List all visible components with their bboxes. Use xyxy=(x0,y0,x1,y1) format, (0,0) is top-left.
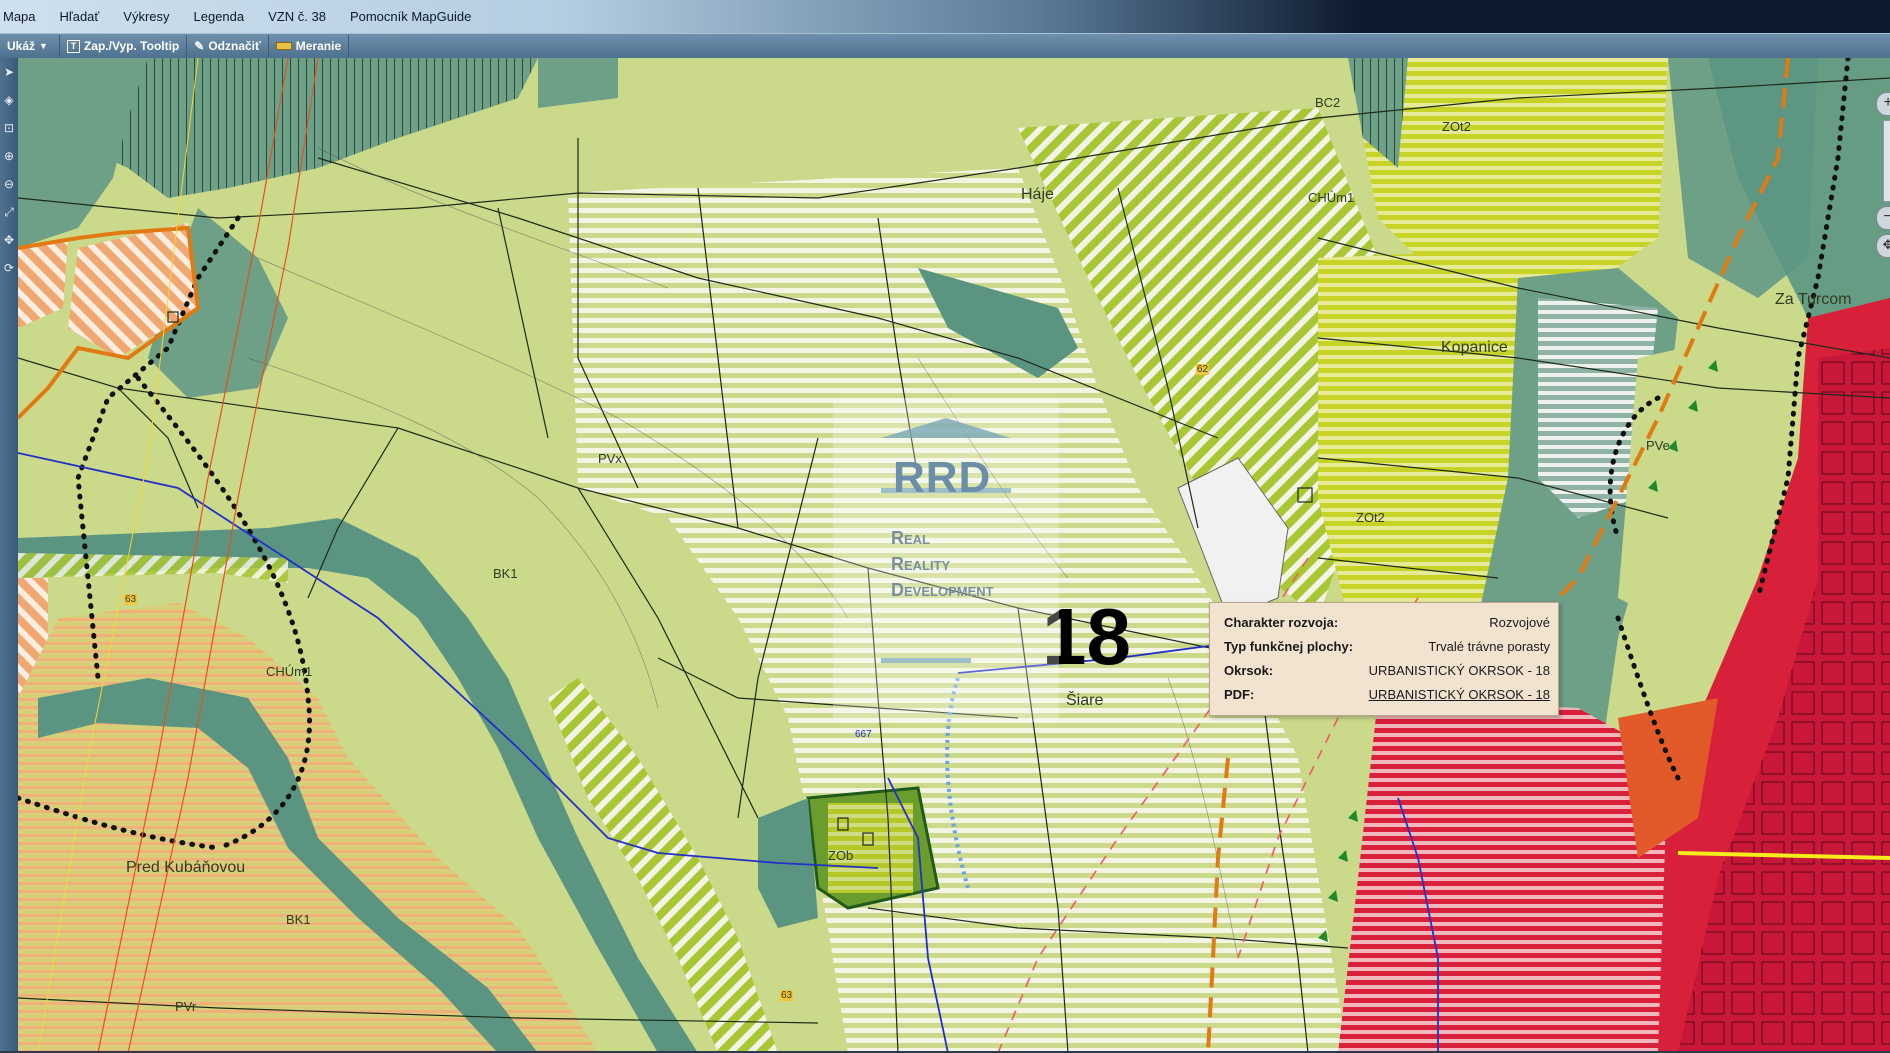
zoom-rect-icon[interactable]: ⊡ xyxy=(2,120,16,136)
zoom-out-icon[interactable]: ⊖ xyxy=(2,176,16,192)
label-bk1-bottom: BK1 xyxy=(286,912,311,927)
left-toolbar: ➤ ◈ ⊡ ⊕ ⊖ ⤢ ✥ ⟳ xyxy=(0,58,18,1053)
menu-hladat[interactable]: Hľadať xyxy=(48,9,112,24)
popup-key: Okrsok: xyxy=(1224,663,1274,678)
label-63a: 63 xyxy=(124,594,138,605)
label-pred-kubanovou: Pred Kubáňovou xyxy=(126,859,246,876)
show-dropdown-button[interactable]: Ukáž ▼ xyxy=(0,35,60,57)
popup-row-charakter: Charakter rozvoja: Rozvojové xyxy=(1224,615,1550,630)
pan-control-icon[interactable]: ✥ xyxy=(1876,234,1890,258)
pdf-link[interactable]: URBANISTICKÝ OKRSOK - 18 xyxy=(1369,687,1550,702)
popup-key: PDF: xyxy=(1224,687,1255,702)
unselect-label: Odznačiť xyxy=(208,39,261,53)
popup-row-okrsok: Okrsok: URBANISTICKÝ OKRSOK - 18 xyxy=(1224,663,1550,678)
label-haje: Háje xyxy=(1021,186,1054,203)
popup-value: Trvalé trávne porasty xyxy=(1428,639,1550,654)
popup-key: Typ funkčnej plochy: xyxy=(1224,639,1354,654)
popup-value: URBANISTICKÝ OKRSOK - 18 xyxy=(1368,663,1550,678)
label-pvr: PVr xyxy=(175,999,197,1014)
label-chum1-right: CHÚm1 xyxy=(1308,190,1355,205)
label-62: 62 xyxy=(1196,364,1210,375)
label-bc2: BC2 xyxy=(1315,95,1341,110)
menu-legenda[interactable]: Legenda xyxy=(182,9,257,24)
label-63b: 63 xyxy=(780,990,794,1001)
label-kopanice: Kopanice xyxy=(1441,339,1508,356)
label-667: 667 xyxy=(855,729,872,740)
label-za-turcom: Za Turcom xyxy=(1775,291,1852,308)
popup-key: Charakter rozvoja: xyxy=(1224,615,1339,630)
label-zot2-mid: ZOt2 xyxy=(1356,510,1385,525)
logo-line3: Development xyxy=(891,580,994,600)
menu-pomocnik[interactable]: Pomocník MapGuide xyxy=(338,9,483,24)
logo-line1: Real xyxy=(891,528,930,548)
zoom-in-icon[interactable]: ⊕ xyxy=(2,148,16,164)
popup-row-typ: Typ funkčnej plochy: Trvalé trávne poras… xyxy=(1224,639,1550,654)
refresh-icon[interactable]: ⟳ xyxy=(2,260,16,276)
rrd-watermark-logo: RRD Real Reality Development xyxy=(833,398,1059,722)
label-bk1-top: BK1 xyxy=(493,566,518,581)
feature-tooltip: Charakter rozvoja: Rozvojové Typ funkčne… xyxy=(1209,602,1559,716)
tooltip-label: Zap./Vyp. Tooltip xyxy=(83,39,180,53)
menu-bar: Mapa Hľadať Výkresy Legenda VZN č. 38 Po… xyxy=(0,0,1890,33)
extent-icon[interactable]: ⤢ xyxy=(2,204,16,220)
zoom-out-button[interactable]: − xyxy=(1876,206,1890,230)
ruler-icon xyxy=(275,42,292,50)
label-siare: Šiare xyxy=(1066,692,1104,709)
measure-label: Meranie xyxy=(295,39,342,53)
zoom-control: + − ✥ xyxy=(1873,88,1890,318)
show-label: Ukáž xyxy=(7,39,36,53)
menu-vykresy[interactable]: Výkresy xyxy=(111,9,181,24)
menu-vzn[interactable]: VZN č. 38 xyxy=(256,9,338,24)
logo-title: RRD xyxy=(893,453,992,502)
label-zob: ZOb xyxy=(828,848,854,863)
chevron-down-icon: ▼ xyxy=(39,41,48,51)
toolbar: Ukáž ▼ T Zap./Vyp. Tooltip ✎ Odznačiť Me… xyxy=(0,33,1890,59)
popup-row-pdf: PDF: URBANISTICKÝ OKRSOK - 18 xyxy=(1224,687,1550,702)
label-pvx: PVx xyxy=(598,451,622,466)
label-zot2-top: ZOt2 xyxy=(1442,119,1471,134)
tooltip-toggle-button[interactable]: T Zap./Vyp. Tooltip xyxy=(60,35,188,57)
label-chum1-left: CHÚm1 xyxy=(266,664,313,679)
map-canvas[interactable]: PVx BK1 CHÚm1 Pred Kubáňovou BK1 PVr Háj… xyxy=(18,58,1890,1053)
tooltip-icon: T xyxy=(66,39,80,53)
zoom-in-button[interactable]: + xyxy=(1876,92,1890,116)
menu-mapa[interactable]: Mapa xyxy=(0,9,48,24)
logo-line2: Reality xyxy=(891,554,951,574)
pointer-icon[interactable]: ➤ xyxy=(2,64,16,80)
measure-button[interactable]: Meranie xyxy=(269,35,350,57)
pan-icon[interactable]: ✥ xyxy=(2,232,16,248)
pencil-icon: ✎ xyxy=(194,39,205,53)
select-icon[interactable]: ◈ xyxy=(2,92,16,108)
label-pve: PVe xyxy=(1646,438,1670,453)
zoom-slider[interactable] xyxy=(1883,120,1890,202)
popup-value: Rozvojové xyxy=(1489,615,1550,630)
unselect-button[interactable]: ✎ Odznačiť xyxy=(187,35,269,57)
